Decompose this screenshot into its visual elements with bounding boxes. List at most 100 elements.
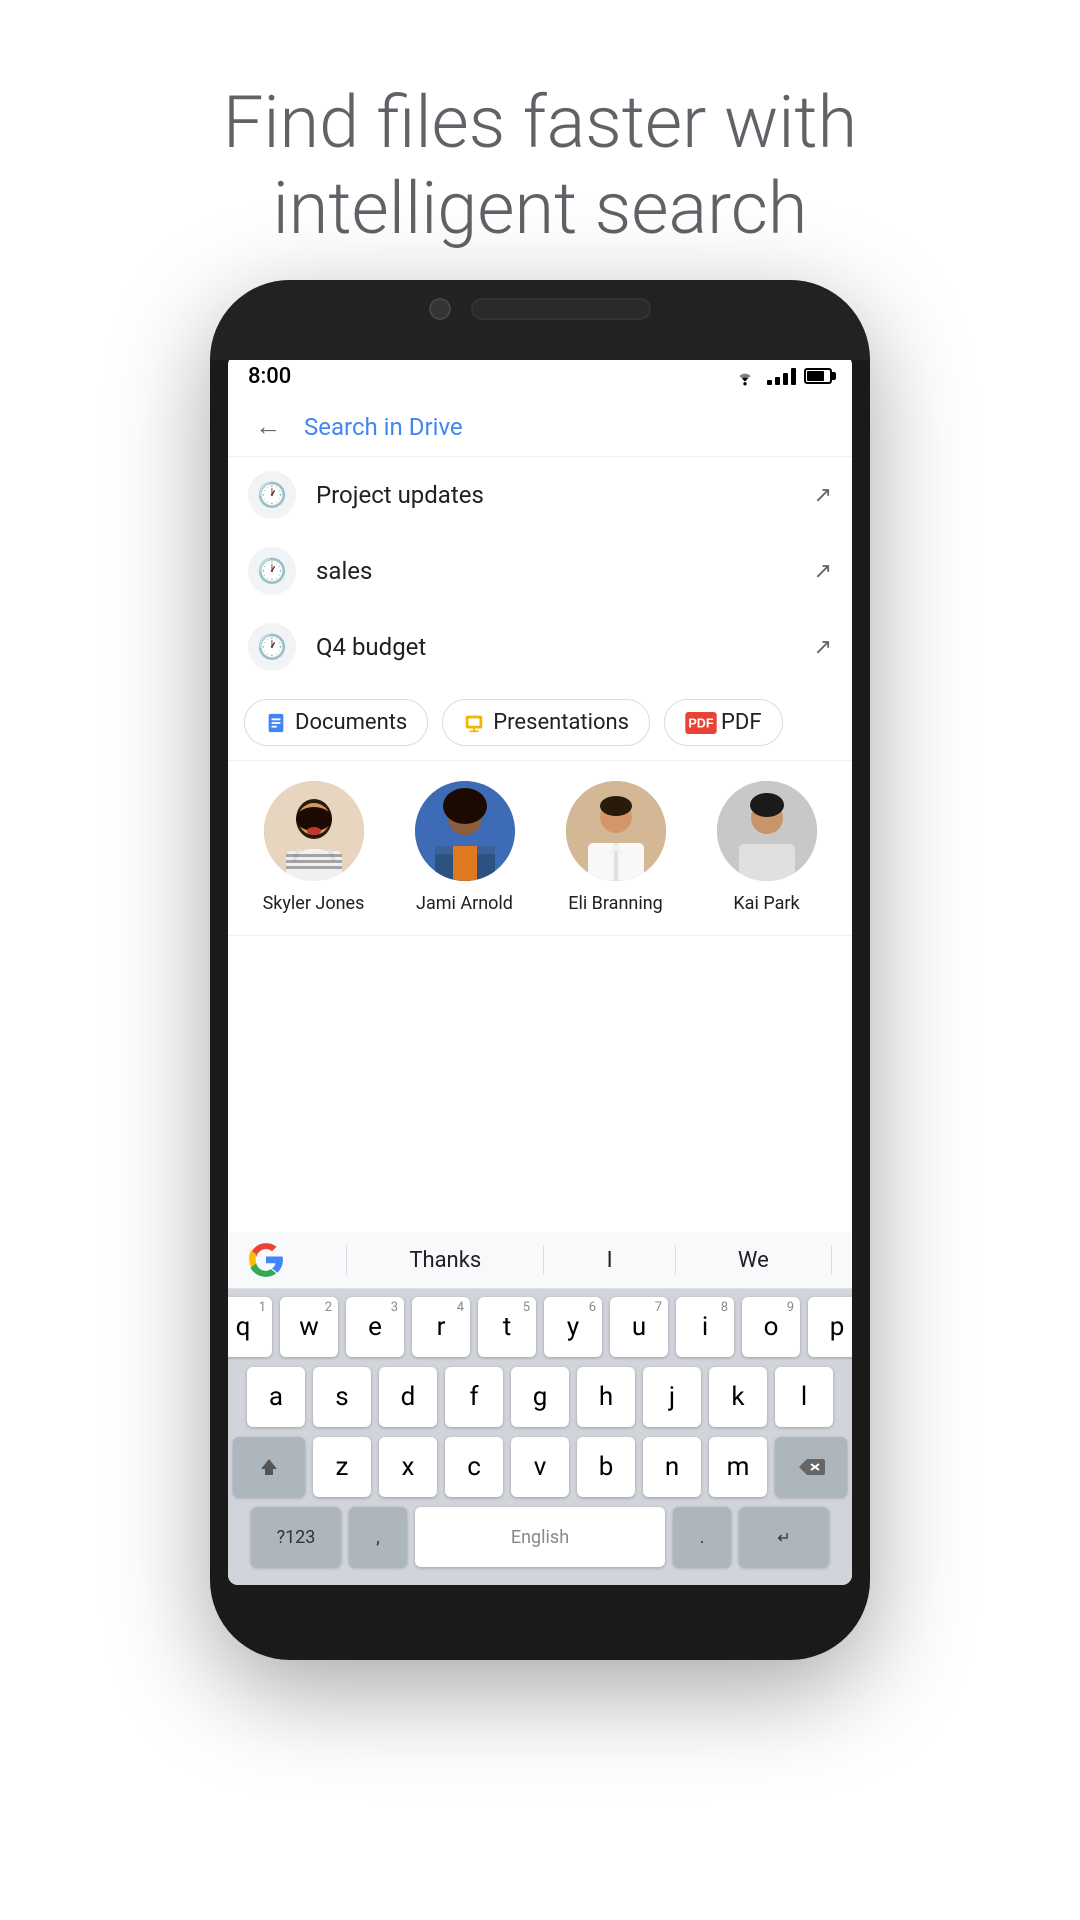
key-t[interactable]: 5t: [478, 1297, 536, 1357]
history-icon-2: 🕐: [248, 547, 296, 595]
key-e[interactable]: 3e: [346, 1297, 404, 1357]
phone-top-bar: [429, 298, 651, 320]
back-button[interactable]: ←: [248, 407, 288, 447]
chip-presentations-label: Presentations: [493, 710, 629, 735]
key-w[interactable]: 2w: [280, 1297, 338, 1357]
back-arrow-icon: ←: [255, 411, 281, 442]
key-d[interactable]: d: [379, 1367, 437, 1427]
key-space[interactable]: English: [415, 1507, 665, 1567]
person-skyler-jones[interactable]: Skyler Jones: [249, 781, 379, 915]
chip-presentations[interactable]: Presentations: [442, 699, 650, 746]
clock-icon-3: 🕐: [257, 633, 287, 661]
kb-row-4: ?123 , English . ↵: [232, 1507, 848, 1567]
key-k[interactable]: k: [709, 1367, 767, 1427]
kb-divider-1: [346, 1245, 347, 1275]
phone-frame: 8:00: [210, 280, 870, 1660]
kb-divider-4: [831, 1245, 832, 1275]
person-kai-park[interactable]: Kai Park: [702, 781, 832, 915]
headline-line1: Find files faster with: [60, 80, 1020, 166]
key-n[interactable]: n: [643, 1437, 701, 1497]
status-time: 8:00: [248, 364, 291, 389]
fill-arrow-icon-2: ↗: [814, 559, 832, 584]
suggestion-item-project-updates[interactable]: 🕐 Project updates ↗: [228, 457, 852, 533]
key-x[interactable]: x: [379, 1437, 437, 1497]
keyboard-rows: 1q 2w 3e 4r 5t 6y 7u 8i 9o 0p a s d f: [228, 1289, 852, 1585]
signal-icon: [767, 367, 796, 385]
suggestion-item-q4-budget[interactable]: 🕐 Q4 budget ↗: [228, 609, 852, 685]
chip-pdf-label: PDF: [721, 710, 761, 735]
keyboard-suggestions: Thanks I We: [228, 1232, 852, 1289]
person-name-jami: Jami Arnold: [416, 893, 513, 915]
key-u[interactable]: 7u: [610, 1297, 668, 1357]
battery-icon: [804, 368, 832, 384]
suggestion-text-2: sales: [316, 557, 814, 585]
key-y[interactable]: 6y: [544, 1297, 602, 1357]
kb-suggestion-i[interactable]: I: [607, 1248, 613, 1273]
key-return[interactable]: ↵: [739, 1507, 829, 1567]
avatar-jami-arnold: [415, 781, 515, 881]
key-l[interactable]: l: [775, 1367, 833, 1427]
history-icon-3: 🕐: [248, 623, 296, 671]
avatar-eli-branning: [566, 781, 666, 881]
person-name-eli: Eli Branning: [568, 893, 663, 915]
kb-suggestion-we[interactable]: We: [738, 1248, 769, 1273]
key-a[interactable]: a: [247, 1367, 305, 1427]
kb-divider-3: [675, 1245, 676, 1275]
key-comma[interactable]: ,: [349, 1507, 407, 1567]
chip-documents[interactable]: Documents: [244, 699, 428, 746]
key-r[interactable]: 4r: [412, 1297, 470, 1357]
key-period[interactable]: .: [673, 1507, 731, 1567]
suggestion-text-1: Project updates: [316, 481, 814, 509]
key-delete[interactable]: [775, 1437, 847, 1497]
status-icons: [731, 366, 832, 386]
fill-arrow-icon-1: ↗: [814, 483, 832, 508]
docs-icon: [265, 712, 287, 734]
key-i[interactable]: 8i: [676, 1297, 734, 1357]
key-shift[interactable]: [233, 1437, 305, 1497]
person-jami-arnold[interactable]: Jami Arnold: [400, 781, 530, 915]
suggestion-text-3: Q4 budget: [316, 633, 814, 661]
chip-pdf[interactable]: PDF PDF: [664, 699, 782, 746]
key-m[interactable]: m: [709, 1437, 767, 1497]
suggestion-item-sales[interactable]: 🕐 sales ↗: [228, 533, 852, 609]
kb-divider-2: [543, 1245, 544, 1275]
suggestions-list: 🕐 Project updates ↗ 🕐 sales ↗ 🕐 Q4 budge…: [228, 457, 852, 685]
avatar-skyler-jones: [264, 781, 364, 881]
key-z[interactable]: z: [313, 1437, 371, 1497]
people-section: Skyler Jones: [228, 761, 852, 936]
search-input-area[interactable]: Search in Drive: [288, 413, 832, 441]
chip-documents-label: Documents: [295, 710, 407, 735]
kb-suggestion-thanks[interactable]: Thanks: [409, 1248, 481, 1273]
key-j[interactable]: j: [643, 1367, 701, 1427]
filter-chips: Documents Presentations P: [228, 685, 852, 761]
person-name-kai: Kai Park: [733, 893, 799, 915]
key-s[interactable]: s: [313, 1367, 371, 1427]
speaker-grille: [471, 298, 651, 320]
key-g[interactable]: g: [511, 1367, 569, 1427]
search-bar[interactable]: ← Search in Drive: [228, 397, 852, 457]
key-q[interactable]: 1q: [228, 1297, 272, 1357]
key-v[interactable]: v: [511, 1437, 569, 1497]
key-h[interactable]: h: [577, 1367, 635, 1427]
search-placeholder: Search in Drive: [304, 413, 463, 441]
key-symbols[interactable]: ?123: [251, 1507, 341, 1567]
key-o[interactable]: 9o: [742, 1297, 800, 1357]
headline: Find files faster with intelligent searc…: [0, 0, 1080, 253]
kb-row-1: 1q 2w 3e 4r 5t 6y 7u 8i 9o 0p: [232, 1297, 848, 1357]
key-p[interactable]: 0p: [808, 1297, 852, 1357]
person-eli-branning[interactable]: Eli Branning: [551, 781, 681, 915]
history-icon-1: 🕐: [248, 471, 296, 519]
svg-text:PDF: PDF: [688, 716, 713, 730]
person-name-skyler: Skyler Jones: [263, 893, 365, 915]
headline-line2: intelligent search: [60, 166, 1020, 252]
kb-row-3: z x c v b n m: [232, 1437, 848, 1497]
key-c[interactable]: c: [445, 1437, 503, 1497]
clock-icon: 🕐: [257, 481, 287, 509]
key-b[interactable]: b: [577, 1437, 635, 1497]
pdf-icon: PDF: [685, 712, 713, 734]
keyboard: Thanks I We 1q 2w 3e 4r 5t 6y 7u 8i: [228, 1232, 852, 1585]
kb-row-2: a s d f g h j k l: [232, 1367, 848, 1427]
avatar-kai-park: [717, 781, 817, 881]
phone-screen: 8:00: [228, 355, 852, 1585]
key-f[interactable]: f: [445, 1367, 503, 1427]
